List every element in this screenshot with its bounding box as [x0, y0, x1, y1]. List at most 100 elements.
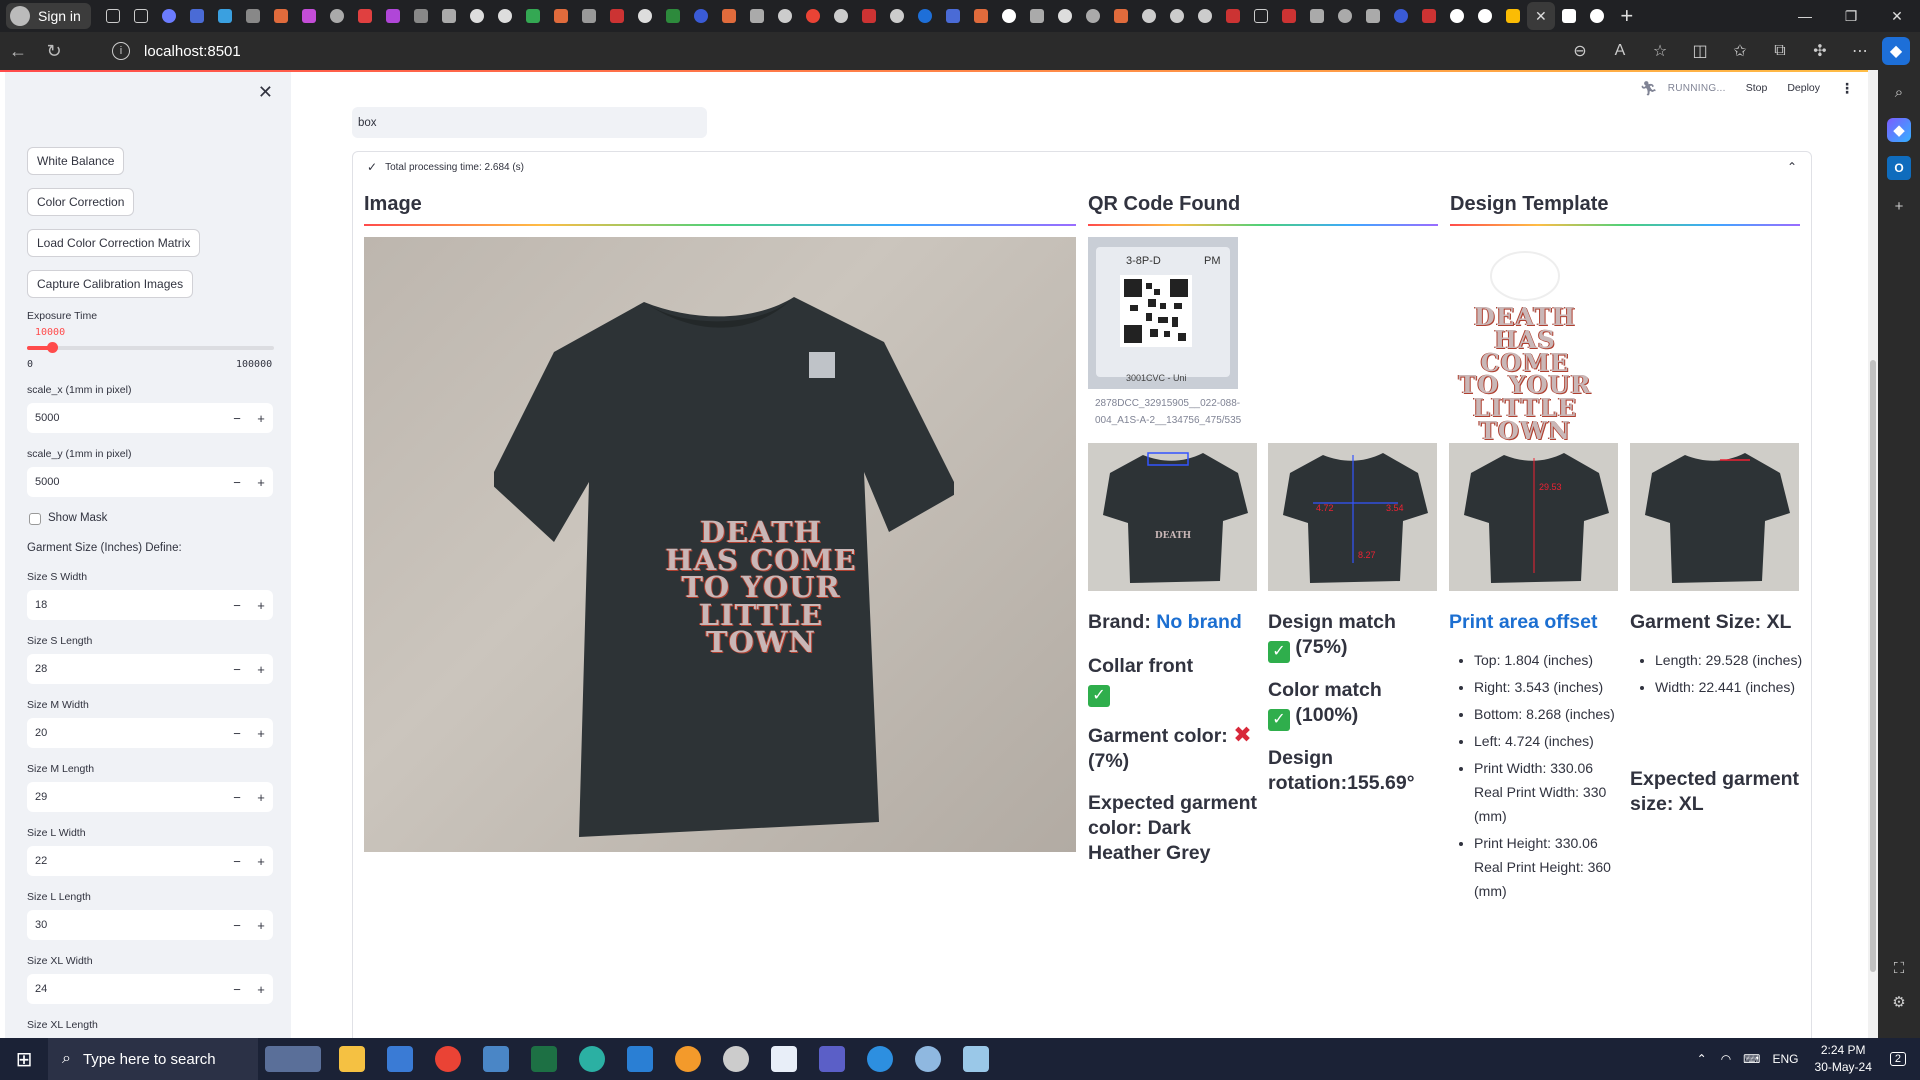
teams-icon[interactable]: [808, 1038, 856, 1080]
size-value[interactable]: 30: [27, 919, 225, 931]
app-icon[interactable]: [712, 1038, 760, 1080]
tab-favicon[interactable]: [939, 2, 967, 30]
size-value[interactable]: 28: [27, 663, 225, 675]
language-indicator[interactable]: ENG: [1773, 1052, 1799, 1066]
url-field[interactable]: i localhost:8501: [112, 36, 1672, 66]
size-value[interactable]: 20: [27, 727, 225, 739]
tab-favicon[interactable]: [603, 2, 631, 30]
exposure-slider[interactable]: [27, 342, 274, 353]
tab-favicon[interactable]: [323, 2, 351, 30]
tab-favicon[interactable]: [295, 2, 323, 30]
collections-icon[interactable]: ⧉: [1762, 36, 1798, 66]
extensions-icon[interactable]: ✣: [1802, 36, 1838, 66]
edge-icon[interactable]: [568, 1038, 616, 1080]
tab-favicon[interactable]: [1443, 2, 1471, 30]
load-color-matrix-button[interactable]: Load Color Correction Matrix: [27, 229, 201, 257]
close-sidebar-icon[interactable]: ✕: [258, 82, 273, 103]
tab-favicon[interactable]: [1471, 2, 1499, 30]
tab-favicon[interactable]: [995, 2, 1023, 30]
keyboard-icon[interactable]: ⌨: [1743, 1052, 1760, 1066]
notifications-icon[interactable]: 2: [1889, 1052, 1906, 1066]
decrement-button[interactable]: −: [225, 982, 249, 997]
tab-favicon[interactable]: [659, 2, 687, 30]
tab-favicon[interactable]: [1135, 2, 1163, 30]
tab-favicon[interactable]: [1107, 2, 1135, 30]
increment-button[interactable]: +: [249, 662, 273, 677]
tab-favicon[interactable]: [407, 2, 435, 30]
decrement-button[interactable]: −: [225, 411, 249, 426]
restore-icon[interactable]: ❐: [1828, 0, 1874, 32]
white-balance-button[interactable]: White Balance: [27, 147, 125, 175]
zoom-icon[interactable]: ⊖: [1562, 36, 1598, 66]
tab-favicon[interactable]: [267, 2, 295, 30]
notepad-icon[interactable]: [952, 1038, 1000, 1080]
size-input[interactable]: 22 − +: [27, 846, 273, 876]
tray-chevron-icon[interactable]: ⌃: [1697, 1052, 1707, 1066]
decrement-button[interactable]: −: [225, 790, 249, 805]
outlook-icon[interactable]: O: [1887, 156, 1911, 180]
tab-favicon[interactable]: [1219, 2, 1247, 30]
tab-favicon[interactable]: [743, 2, 771, 30]
tab-favicon[interactable]: [1247, 2, 1275, 30]
minimize-icon[interactable]: —: [1782, 0, 1828, 32]
increment-button[interactable]: +: [249, 411, 273, 426]
favorite-star-icon[interactable]: ☆: [1642, 36, 1678, 66]
google-drive-icon[interactable]: [1499, 2, 1527, 30]
chrome-icon[interactable]: [424, 1038, 472, 1080]
size-input[interactable]: 24 − +: [27, 974, 273, 1004]
excel-icon[interactable]: [520, 1038, 568, 1080]
refresh-icon[interactable]: ↻: [36, 35, 72, 67]
github-icon[interactable]: [631, 2, 659, 30]
tab-favicon[interactable]: [575, 2, 603, 30]
size-value[interactable]: 29: [27, 791, 225, 803]
close-window-icon[interactable]: ✕: [1874, 0, 1920, 32]
tab-favicon[interactable]: [547, 2, 575, 30]
search-icon[interactable]: ⌕: [1887, 80, 1911, 104]
tab-favicon[interactable]: [967, 2, 995, 30]
split-screen-icon[interactable]: ◫: [1682, 36, 1718, 66]
vscode-icon[interactable]: [616, 1038, 664, 1080]
decrement-button[interactable]: −: [225, 598, 249, 613]
tab-favicon[interactable]: [351, 2, 379, 30]
settings-gear-icon[interactable]: ⚙: [1892, 993, 1905, 1011]
site-info-icon[interactable]: i: [112, 42, 130, 60]
tab-actions-icon[interactable]: [127, 2, 155, 30]
size-input[interactable]: 20 − +: [27, 718, 273, 748]
size-value[interactable]: 18: [27, 599, 225, 611]
active-tab-close-icon[interactable]: ✕: [1526, 2, 1555, 30]
scale-y-input[interactable]: 5000 − +: [27, 467, 273, 497]
tab-favicon[interactable]: [1023, 2, 1051, 30]
size-input[interactable]: 29 − +: [27, 782, 273, 812]
decrement-button[interactable]: −: [225, 726, 249, 741]
show-mask-checkbox[interactable]: [29, 513, 41, 525]
increment-button[interactable]: +: [249, 726, 273, 741]
stop-button[interactable]: Stop: [1746, 82, 1768, 94]
tab-favicon[interactable]: [1359, 2, 1387, 30]
increment-button[interactable]: +: [249, 918, 273, 933]
tab-favicon[interactable]: [1555, 2, 1583, 30]
color-correction-button[interactable]: Color Correction: [27, 188, 135, 216]
terminal-icon[interactable]: [472, 1038, 520, 1080]
chat-app-icon[interactable]: [856, 1038, 904, 1080]
wifi-icon[interactable]: ◠: [1721, 1052, 1731, 1066]
tab-favicon[interactable]: [1303, 2, 1331, 30]
taskbar-search[interactable]: ⌕ Type here to search: [48, 1038, 258, 1080]
tab-favicon[interactable]: [519, 2, 547, 30]
decrement-button[interactable]: −: [225, 918, 249, 933]
back-icon[interactable]: ←: [0, 35, 36, 67]
page-scrollbar[interactable]: [1868, 70, 1878, 1038]
add-icon[interactable]: +: [1887, 194, 1911, 218]
store-icon[interactable]: [376, 1038, 424, 1080]
tab-favicon[interactable]: [1583, 2, 1611, 30]
tab-favicon[interactable]: [211, 2, 239, 30]
tab-favicon[interactable]: [715, 2, 743, 30]
chart-app-icon[interactable]: [760, 1038, 808, 1080]
expander-header[interactable]: ✓ Total processing time: 2.684 (s): [367, 160, 524, 174]
deploy-button[interactable]: Deploy: [1787, 82, 1820, 94]
tab-favicon[interactable]: [1331, 2, 1359, 30]
tab-favicon[interactable]: [1275, 2, 1303, 30]
clock[interactable]: 2:24 PM 30-May-24: [1815, 1042, 1872, 1076]
wordpress-icon[interactable]: [1387, 2, 1415, 30]
capture-calibration-button[interactable]: Capture Calibration Images: [27, 270, 194, 298]
tab-favicon[interactable]: [1415, 2, 1443, 30]
